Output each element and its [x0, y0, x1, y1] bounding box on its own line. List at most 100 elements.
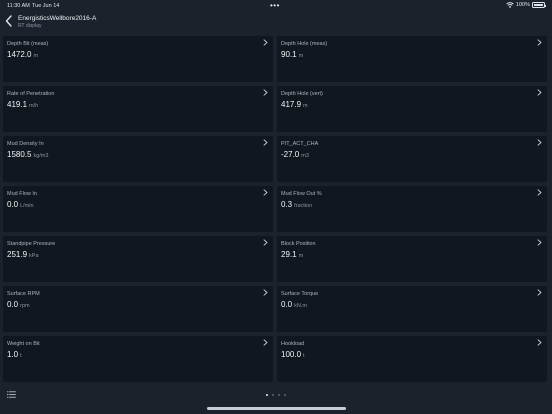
channel-unit: m	[33, 53, 39, 59]
channel-tile[interactable]: Standpipe Pressure 251.9 kPa	[3, 236, 273, 282]
channel-value: 0.0 L/min	[7, 200, 34, 209]
channel-title: Mud Density In	[7, 141, 44, 147]
channel-tile[interactable]: Hookload 100.0 t	[277, 336, 547, 382]
channel-value-number: 0.0	[7, 200, 19, 209]
channel-tile[interactable]: PIT_ACT_CHA -27.0 m3	[277, 136, 547, 182]
channel-title: Hookload	[281, 341, 305, 347]
channel-title: Depth Hole (meas)	[281, 41, 328, 47]
channel-unit: rpm	[20, 303, 30, 309]
chevron-right-icon	[537, 139, 542, 146]
channel-tile[interactable]: Depth Hole (vert) 417.9 m	[277, 86, 547, 132]
page-indicator[interactable]	[266, 394, 286, 396]
channel-value: 0.3 fraction	[281, 200, 312, 209]
channel-unit: L/min	[20, 203, 34, 209]
chevron-right-icon	[263, 39, 268, 46]
chevron-right-icon	[263, 339, 268, 346]
channel-tile[interactable]: Mud Flow Out % 0.3 fraction	[277, 186, 547, 232]
channel-value: 251.9 kPa	[7, 250, 39, 259]
channel-title: Depth Hole (vert)	[281, 91, 323, 97]
channel-value-number: 1.0	[7, 350, 19, 359]
channel-unit: t	[20, 353, 22, 359]
channel-unit: fraction	[294, 203, 313, 209]
channel-value-number: 0.3	[281, 200, 293, 209]
channel-unit: kg/m3	[33, 153, 49, 159]
channel-value-number: 251.9	[7, 250, 28, 259]
list-icon[interactable]	[7, 391, 16, 398]
channel-value: 90.1 m	[281, 50, 303, 59]
chevron-right-icon	[263, 289, 268, 296]
channel-unit: m/h	[29, 103, 39, 109]
channel-value-number: 90.1	[281, 50, 297, 59]
status-bar: 11:30 AM Tue Jun 14 ••• 100%	[0, 0, 552, 12]
channel-tile[interactable]: Depth Bit (meas) 1472.0 m	[3, 36, 273, 82]
page-dot[interactable]	[278, 394, 280, 396]
chevron-right-icon	[263, 239, 268, 246]
channel-tile[interactable]: Surface Torque 0.0 kN.m	[277, 286, 547, 332]
multitasking-dots-icon[interactable]: •••	[270, 1, 280, 10]
status-time: 11:30 AM	[7, 3, 30, 9]
view-subtitle: RT display	[18, 23, 42, 29]
wifi-icon	[506, 2, 514, 8]
channel-title: Surface RPM	[7, 291, 40, 297]
chevron-right-icon	[537, 89, 542, 96]
channel-value: 100.0 t	[281, 350, 305, 359]
bottom-toolbar	[0, 385, 552, 414]
chevron-right-icon	[263, 189, 268, 196]
channel-value: 417.9 m	[281, 100, 308, 109]
channel-unit: m	[298, 253, 304, 259]
chevron-right-icon	[263, 89, 268, 96]
channel-unit: kN.m	[294, 303, 307, 309]
channel-unit: m	[298, 53, 304, 59]
channel-grid: Depth Bit (meas) 1472.0 m Depth Hole (meas)…	[3, 36, 547, 382]
channel-unit: kPa	[29, 253, 39, 259]
status-date: Tue Jun 14	[32, 3, 60, 9]
channel-title: Mud Flow Out %	[281, 191, 322, 197]
chevron-right-icon	[263, 139, 268, 146]
channel-title: Block Position	[281, 241, 316, 247]
channel-title: PIT_ACT_CHA	[281, 141, 319, 147]
channel-value-number: 100.0	[281, 350, 302, 359]
channel-value: 0.0 rpm	[7, 300, 30, 309]
page-dot[interactable]	[272, 394, 274, 396]
status-right: 100%	[506, 2, 546, 8]
channel-tile[interactable]: Block Position 29.1 m	[277, 236, 547, 282]
channel-tile[interactable]: Mud Density In 1580.5 kg/m3	[3, 136, 273, 182]
chevron-right-icon	[537, 239, 542, 246]
battery-percent: 100%	[515, 2, 530, 8]
chevron-right-icon	[537, 189, 542, 196]
channel-value: 1472.0 m	[7, 50, 38, 59]
channel-value: 419.1 m/h	[7, 100, 38, 109]
wellbore-title: EnergisticsWellbore2016-A	[18, 15, 97, 22]
channel-value: 29.1 m	[281, 250, 303, 259]
channel-title: Mud Flow In	[7, 191, 37, 197]
home-indicator[interactable]	[207, 407, 346, 410]
navigation-bar: EnergisticsWellbore2016-A RT display	[0, 12, 552, 34]
chevron-right-icon	[537, 339, 542, 346]
page-dot[interactable]	[266, 394, 268, 396]
channel-tile[interactable]: Weight on Bit 1.0 t	[3, 336, 273, 382]
channel-unit: t	[303, 353, 305, 359]
page-dot[interactable]	[284, 394, 286, 396]
channel-unit: m3	[301, 153, 309, 159]
channel-value-number: 417.9	[281, 100, 302, 109]
channel-title: Depth Bit (meas)	[7, 41, 49, 47]
channel-value: 1.0 t	[7, 350, 22, 359]
channel-title: Surface Torque	[281, 291, 319, 297]
channel-tile[interactable]: Rate of Penetration 419.1 m/h	[3, 86, 273, 132]
channel-value-number: 29.1	[281, 250, 297, 259]
channel-value-number: 0.0	[281, 300, 293, 309]
channel-title: Standpipe Pressure	[7, 241, 56, 247]
channel-title: Weight on Bit	[7, 341, 40, 347]
channel-tile[interactable]: Mud Flow In 0.0 L/min	[3, 186, 273, 232]
channel-value: -27.0 m3	[281, 150, 309, 159]
battery-icon	[532, 2, 546, 8]
channel-value-number: 1580.5	[7, 150, 32, 159]
chevron-right-icon	[537, 39, 542, 46]
channel-tile[interactable]: Surface RPM 0.0 rpm	[3, 286, 273, 332]
channel-value-number: 1472.0	[7, 50, 32, 59]
channel-tile[interactable]: Depth Hole (meas) 90.1 m	[277, 36, 547, 82]
channel-value-number: 419.1	[7, 100, 28, 109]
back-chevron-icon[interactable]	[4, 14, 14, 28]
channel-unit: m	[303, 103, 308, 109]
channel-value: 0.0 kN.m	[281, 300, 307, 309]
